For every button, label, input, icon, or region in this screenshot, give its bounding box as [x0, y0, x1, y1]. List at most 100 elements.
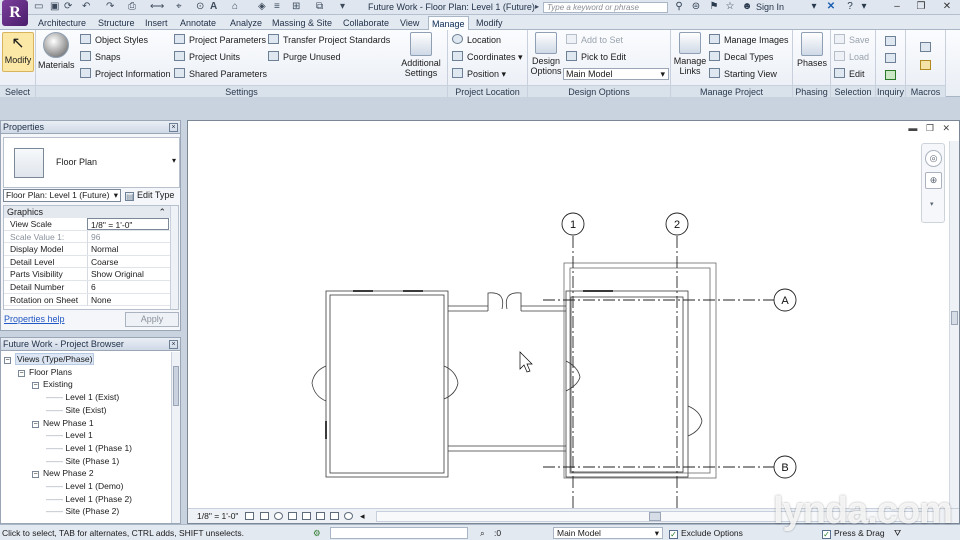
- detail-level-icon[interactable]: [245, 512, 254, 520]
- scrollbar-thumb[interactable]: [649, 512, 661, 521]
- close-hidden-icon[interactable]: ⊞: [292, 1, 300, 13]
- view-window-controls[interactable]: ▬ ❐ ✕: [908, 123, 953, 134]
- browser-tree-item[interactable]: —— Level 1 (Phase 2): [46, 493, 132, 506]
- editable-only-icon[interactable]: ⌕: [480, 528, 485, 539]
- snaps-button[interactable]: Snaps: [80, 50, 121, 64]
- prop-row-detail-level[interactable]: Detail Level Coarse: [4, 255, 178, 269]
- collapse-icon[interactable]: −: [4, 357, 11, 364]
- position-button[interactable]: Position ▾: [452, 67, 506, 81]
- zoom-region-icon[interactable]: ⊕: [925, 172, 942, 189]
- expand-search-icon[interactable]: ▸: [535, 1, 539, 13]
- view-scale[interactable]: 1/8" = 1'-0": [197, 511, 238, 521]
- coordinates-button[interactable]: Coordinates ▾: [452, 50, 523, 64]
- shadows-icon[interactable]: [288, 512, 297, 520]
- select-by-id-icon[interactable]: [885, 36, 896, 46]
- text-icon[interactable]: A: [210, 1, 217, 13]
- undo-icon[interactable]: ↶: [82, 1, 90, 13]
- nav-dropdown-icon[interactable]: ▾: [930, 200, 934, 208]
- edit-type-button[interactable]: ▤ Edit Type: [125, 189, 174, 202]
- browser-tree-item[interactable]: —— Level 1 (Exist): [46, 391, 119, 404]
- purge-unused-button[interactable]: Purge Unused: [268, 50, 341, 64]
- manage-links-button[interactable]: Manage Links: [673, 32, 707, 76]
- sign-in-dropdown-icon[interactable]: ▾: [808, 1, 820, 13]
- prop-row-scale-value[interactable]: Scale Value 1: 96: [4, 230, 178, 244]
- reveal-hidden-icon[interactable]: [344, 512, 353, 520]
- warnings-icon[interactable]: [885, 70, 896, 80]
- drawing-area[interactable]: 1 2 A B ▬ ❐ ✕ ◎ ⊕ ▾ 1/8" = 1'-0" ◂: [187, 120, 960, 524]
- print-icon[interactable]: ⎙: [128, 1, 136, 13]
- browser-tree-item[interactable]: —— Level 1 (Demo): [46, 480, 123, 493]
- shared-parameters-button[interactable]: Shared Parameters: [174, 67, 267, 81]
- prop-value[interactable]: None: [87, 293, 169, 306]
- save-selection-button[interactable]: Save: [834, 33, 870, 47]
- active-design-option-select[interactable]: Main Model ▾: [553, 527, 663, 539]
- edit-selection-button[interactable]: Edit: [834, 67, 865, 81]
- manage-images-button[interactable]: Manage Images: [709, 33, 789, 47]
- ids-of-selection-icon[interactable]: [885, 53, 896, 63]
- prop-value[interactable]: 1/8" = 1'-0": [87, 218, 169, 230]
- properties-help-link[interactable]: Properties help: [4, 314, 65, 324]
- browser-tree-item[interactable]: − New Phase 2: [32, 467, 94, 480]
- project-information-button[interactable]: Project Information: [80, 67, 171, 81]
- steering-wheel-icon[interactable]: ◎: [925, 150, 942, 167]
- browser-tree-item[interactable]: —— Site (Phase 1): [46, 455, 119, 468]
- close-icon[interactable]: ×: [169, 340, 178, 349]
- graphics-group-header[interactable]: Graphics ⌃: [4, 206, 178, 218]
- design-option-select[interactable]: Main Model ▾: [563, 68, 669, 80]
- design-options-button[interactable]: Design Options: [530, 32, 562, 76]
- tag-icon[interactable]: ⊙: [196, 1, 204, 13]
- show-crop-region-icon[interactable]: [316, 512, 325, 520]
- tab-insert[interactable]: Insert: [142, 16, 171, 30]
- browser-tree-item[interactable]: —— Level 1 (Phase 1): [46, 442, 132, 455]
- exclude-options-toggle[interactable]: ✓ Exclude Options: [669, 528, 743, 539]
- 3d-view-icon[interactable]: ⌂: [232, 1, 238, 13]
- customize-qat-icon[interactable]: ▾: [340, 1, 345, 13]
- prop-row-view-scale[interactable]: View Scale 1/8" = 1'-0": [4, 218, 178, 231]
- prop-value[interactable]: 6: [87, 280, 169, 293]
- materials-button[interactable]: Materials: [38, 32, 75, 70]
- section-icon[interactable]: ◈: [258, 1, 266, 13]
- tab-manage[interactable]: Manage: [428, 16, 469, 30]
- prop-row-detail-number[interactable]: Detail Number 6: [4, 280, 178, 294]
- redo-icon[interactable]: ↷: [106, 1, 114, 13]
- tab-modify[interactable]: Modify: [473, 16, 506, 30]
- prop-row-rotation-on-sheet[interactable]: Rotation on Sheet None: [4, 293, 178, 307]
- add-to-set-button[interactable]: Add to Set: [566, 33, 623, 47]
- decal-types-button[interactable]: Decal Types: [709, 50, 773, 64]
- phases-button[interactable]: Phases: [795, 32, 829, 68]
- scrollbar-thumb[interactable]: [173, 366, 179, 406]
- project-parameters-button[interactable]: Project Parameters: [174, 33, 266, 47]
- collapse-icon[interactable]: −: [32, 382, 39, 390]
- favorites-icon[interactable]: ☆: [724, 1, 736, 13]
- browser-tree-item[interactable]: − Existing: [32, 378, 73, 391]
- tab-view[interactable]: View: [397, 16, 422, 30]
- help-dropdown-icon[interactable]: ▾: [858, 1, 870, 13]
- browser-tree-item[interactable]: − Views (Type/Phase): [4, 353, 95, 366]
- collapse-icon[interactable]: −: [18, 369, 25, 377]
- location-button[interactable]: Location: [452, 33, 501, 47]
- apply-button[interactable]: Apply: [125, 312, 179, 327]
- restore-button[interactable]: ❐: [910, 0, 932, 13]
- browser-tree-item[interactable]: − Floor Plans: [18, 366, 72, 379]
- floor-plan-drawing[interactable]: 1 2 A B: [188, 121, 959, 509]
- help-icon[interactable]: ?: [844, 1, 856, 13]
- load-selection-button[interactable]: Load: [834, 50, 869, 64]
- sun-path-icon[interactable]: [274, 512, 283, 520]
- scroll-left-icon[interactable]: ◂: [360, 511, 365, 522]
- workset-select[interactable]: [330, 527, 468, 539]
- prop-value[interactable]: Show Original: [87, 268, 169, 281]
- exchange-apps-icon[interactable]: ✕: [825, 1, 837, 13]
- temporary-hide-icon[interactable]: [330, 512, 339, 520]
- close-button[interactable]: ✕: [936, 0, 958, 13]
- dimension-icon[interactable]: ⌖: [176, 1, 182, 13]
- close-icon[interactable]: ×: [169, 123, 178, 132]
- subscription-icon[interactable]: ⊜: [690, 1, 702, 13]
- scrollbar-thumb[interactable]: [951, 311, 958, 325]
- user-icon[interactable]: ☻: [741, 1, 753, 13]
- macro-security-icon[interactable]: [920, 60, 931, 70]
- browser-scrollbar[interactable]: [171, 352, 180, 523]
- save-icon[interactable]: ▣: [50, 1, 59, 13]
- additional-settings-button[interactable]: Additional Settings: [398, 32, 444, 78]
- tab-architecture[interactable]: Architecture: [35, 16, 89, 30]
- object-styles-button[interactable]: Object Styles: [80, 33, 148, 47]
